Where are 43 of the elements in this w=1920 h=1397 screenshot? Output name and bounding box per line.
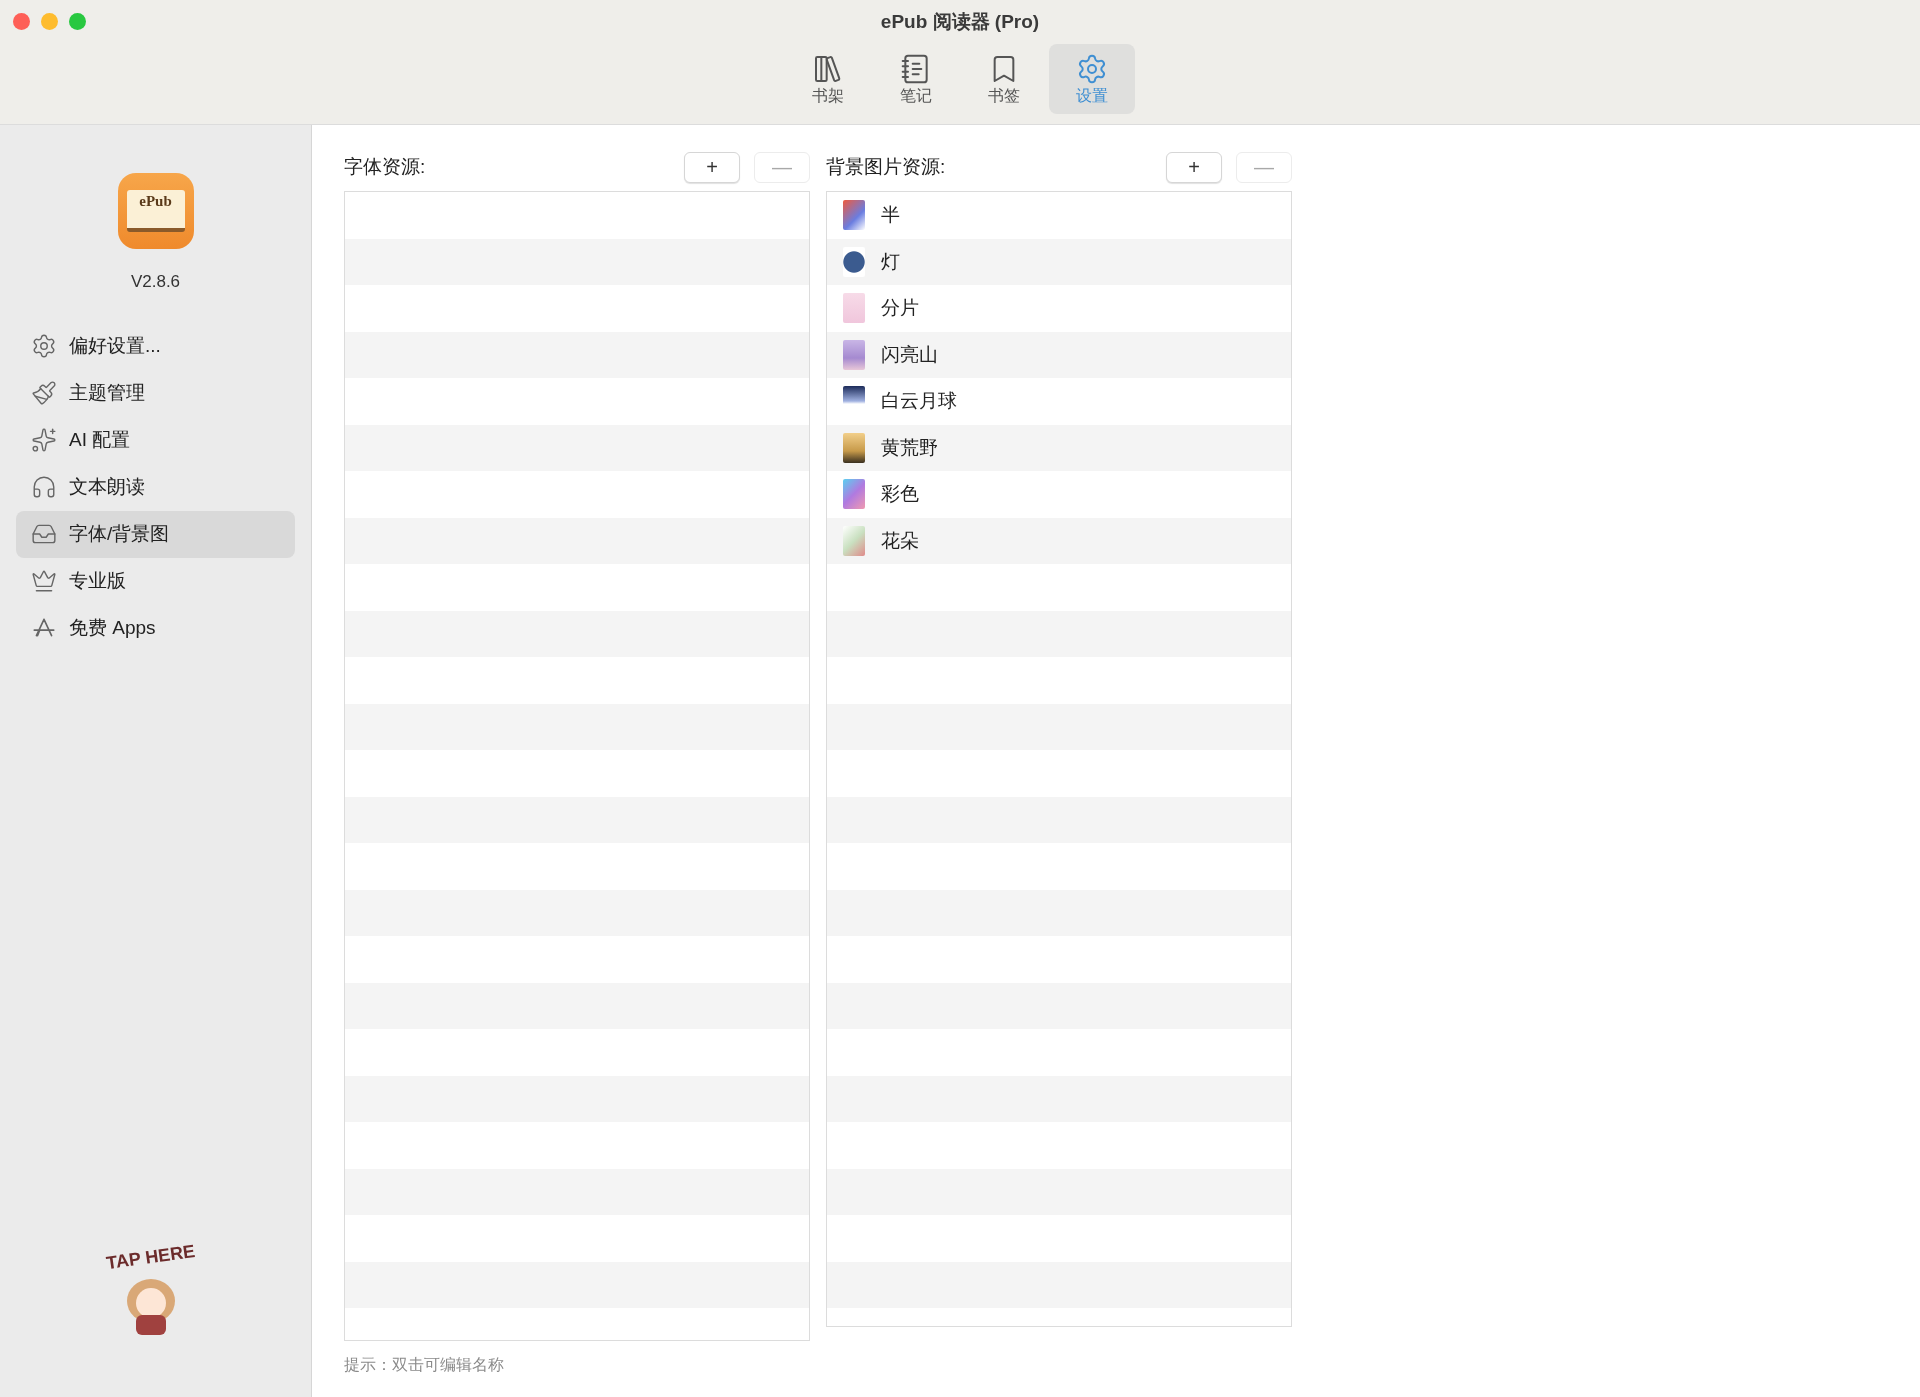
list-item[interactable]: 白云月球 xyxy=(881,387,957,416)
toolbar-tab[interactable]: 书架 xyxy=(785,43,871,114)
thumbnail-image xyxy=(843,525,865,556)
thumbnail-image xyxy=(843,246,865,277)
list-item[interactable]: 黄荒野 xyxy=(881,433,938,462)
add-button[interactable]: + xyxy=(684,151,740,183)
thumbnail-image xyxy=(843,479,865,510)
sidebar-item[interactable]: AI 配置 xyxy=(16,416,295,464)
zoom-button[interactable] xyxy=(69,13,86,30)
list-item[interactable]: 闪亮山 xyxy=(881,340,938,369)
thumbnail-image xyxy=(843,432,865,463)
toolbar-tab[interactable]: 书签 xyxy=(961,43,1047,114)
crown-icon xyxy=(31,568,57,594)
list-item[interactable]: 花朵 xyxy=(881,526,919,555)
sidebar-item[interactable]: 免费 Apps xyxy=(16,604,295,652)
toolbar-tab[interactable]: 笔记 xyxy=(873,43,959,114)
sparkles-icon xyxy=(31,427,57,453)
gear-icon xyxy=(1076,53,1108,85)
gear-icon xyxy=(31,333,57,359)
thumbnail-image xyxy=(843,200,865,231)
window-title: ePub 阅读器 (Pro) xyxy=(880,10,1040,34)
version-label: V2.8.6 xyxy=(130,271,181,293)
thumbnail-image xyxy=(843,339,865,370)
close-button[interactable] xyxy=(13,13,30,30)
sidebar-item[interactable]: 主题管理 xyxy=(16,369,295,417)
brush-icon xyxy=(31,380,57,406)
sidebar-item[interactable]: 字体/背景图 xyxy=(16,510,295,558)
list-item[interactable]: 半 xyxy=(881,201,900,230)
hint-text: 提示：双击可编辑名称 xyxy=(344,1355,505,1375)
list-title: 背景图片资源: xyxy=(826,154,946,179)
sidebar-item[interactable]: 专业版 xyxy=(16,557,295,605)
thumbnail-image xyxy=(843,293,865,324)
add-button[interactable]: + xyxy=(1166,151,1222,183)
sidebar-item[interactable]: 偏好设置... xyxy=(16,322,295,370)
list-item[interactable]: 分片 xyxy=(881,294,919,323)
list-item[interactable]: 灯 xyxy=(881,247,900,276)
list-title: 字体资源: xyxy=(344,154,426,179)
headphones-icon xyxy=(31,474,57,500)
list-item[interactable]: 彩色 xyxy=(881,480,919,509)
minimize-button[interactable] xyxy=(41,13,58,30)
sticker-drawing[interactable]: TAP HERE xyxy=(95,1244,206,1337)
logo-text: ePub xyxy=(139,192,172,211)
sidebar-item[interactable]: 文本朗读 xyxy=(16,463,295,511)
